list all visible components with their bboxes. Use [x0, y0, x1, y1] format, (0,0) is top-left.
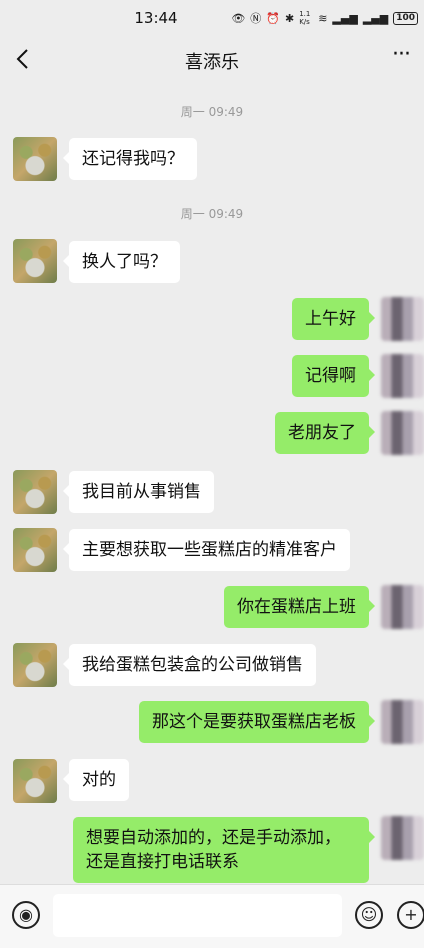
- message-bubble-received[interactable]: 还记得我吗？: [63, 138, 197, 180]
- wifi-icon: ≋: [318, 11, 328, 25]
- contact-avatar[interactable]: [13, 137, 57, 181]
- my-avatar[interactable]: [381, 585, 424, 629]
- emoji-icon[interactable]: ☺: [355, 901, 383, 929]
- contact-avatar[interactable]: [13, 643, 57, 687]
- battery-icon: 100: [393, 11, 418, 25]
- nfc-icon: Ⓝ: [250, 12, 262, 25]
- my-avatar[interactable]: [381, 411, 424, 455]
- plus-icon[interactable]: +: [397, 901, 424, 929]
- message-bubble-sent[interactable]: 记得啊: [292, 355, 375, 397]
- my-avatar[interactable]: [381, 297, 424, 341]
- contact-avatar[interactable]: [13, 759, 57, 803]
- eye-icon: 👁: [231, 11, 246, 25]
- message-bubble-sent[interactable]: 老朋友了: [275, 412, 375, 454]
- status-bar: 13:44 👁 Ⓝ ⏰ ✱ 1.1 K/s ≋ ▂▄▆ ▂▄▆ 100: [0, 0, 424, 34]
- my-avatar[interactable]: [381, 816, 424, 860]
- voice-icon[interactable]: ◉: [12, 901, 40, 929]
- contact-avatar[interactable]: [13, 528, 57, 572]
- timestamp: 周一 09:49: [180, 105, 244, 119]
- signal-icon: ▂▄▆: [332, 11, 358, 25]
- message-bubble-received[interactable]: 主要想获取一些蛋糕店的精准客户: [63, 529, 350, 571]
- contact-avatar[interactable]: [13, 470, 57, 514]
- bluetooth-icon: ✱: [284, 11, 295, 25]
- message-bubble-received[interactable]: 我给蛋糕包装盒的公司做销售: [63, 644, 316, 686]
- my-avatar[interactable]: [381, 700, 424, 744]
- input-bar: ◉ ☺ +: [0, 884, 424, 948]
- message-bubble-sent[interactable]: 上午好: [292, 298, 375, 340]
- message-bubble-sent[interactable]: 你在蛋糕店上班: [224, 586, 375, 628]
- more-icon[interactable]: ···: [386, 42, 416, 72]
- message-bubble-sent[interactable]: 那这个是要获取蛋糕店老板: [139, 701, 375, 743]
- message-bubble-received[interactable]: 我目前从事销售: [63, 471, 214, 513]
- status-icons: 👁 Ⓝ ⏰ ✱ 1.1 K/s ≋ ▂▄▆ ▂▄▆ 100: [231, 10, 418, 26]
- timestamp: 周一 09:49: [180, 207, 244, 221]
- net-speed: 1.1 K/s: [299, 10, 311, 26]
- my-avatar[interactable]: [381, 354, 424, 398]
- message-bubble-received[interactable]: 换人了吗？: [63, 241, 180, 283]
- contact-avatar[interactable]: [13, 239, 57, 283]
- message-bubble-received[interactable]: 对的: [63, 759, 129, 801]
- chat-title: 喜添乐: [185, 52, 239, 73]
- alarm-icon: ⏰: [266, 11, 280, 25]
- message-bubble-sent[interactable]: 想要自动添加的，还是手动添加，还是直接打电话联系: [73, 817, 375, 883]
- message-input[interactable]: [53, 894, 342, 937]
- signal-icon-2: ▂▄▆: [362, 11, 389, 25]
- chat-header: 喜添乐 ···: [0, 38, 424, 82]
